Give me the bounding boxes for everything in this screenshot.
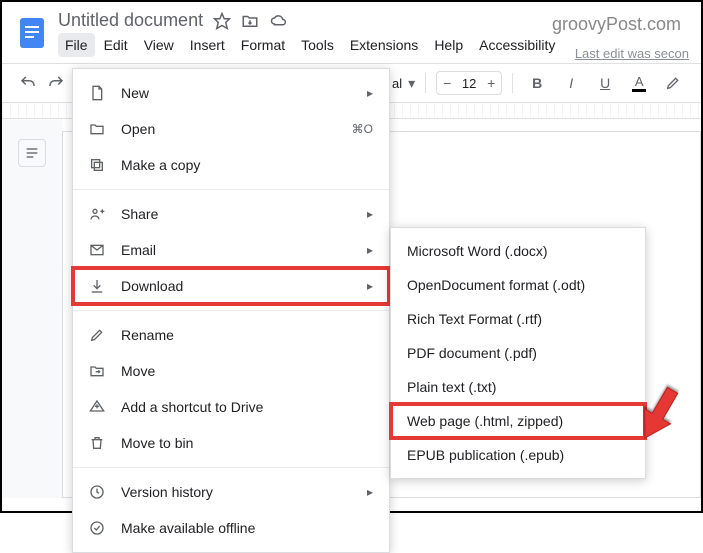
underline-button[interactable]: U (591, 69, 619, 97)
download-txt[interactable]: Plain text (.txt) (391, 370, 645, 404)
move-icon (87, 363, 107, 379)
text-color-button[interactable]: A (625, 69, 653, 97)
download-docx[interactable]: Microsoft Word (.docx) (391, 234, 645, 268)
bold-button[interactable]: B (523, 69, 551, 97)
menu-tools[interactable]: Tools (294, 33, 341, 57)
menu-edit[interactable]: Edit (97, 33, 135, 57)
download-submenu: Microsoft Word (.docx) OpenDocument form… (390, 227, 646, 479)
menu-accessibility[interactable]: Accessibility (472, 33, 562, 57)
menu-item-offline[interactable]: Make available offline (73, 510, 389, 546)
offline-icon (87, 520, 107, 536)
menu-item-new[interactable]: New ▸ (73, 75, 389, 111)
menu-divider (73, 467, 389, 468)
docs-logo[interactable] (14, 14, 50, 50)
rename-icon (87, 327, 107, 343)
download-rtf[interactable]: Rich Text Format (.rtf) (391, 302, 645, 336)
menu-divider (73, 310, 389, 311)
menu-item-rename[interactable]: Rename (73, 317, 389, 353)
italic-button[interactable]: I (557, 69, 585, 97)
download-icon (87, 278, 107, 294)
submenu-arrow-icon: ▸ (367, 207, 373, 221)
menu-item-make-copy[interactable]: Make a copy (73, 147, 389, 183)
menu-item-download[interactable]: Download ▸ (73, 268, 389, 304)
font-family-partial[interactable]: al (392, 76, 402, 91)
menu-item-share[interactable]: Share ▸ (73, 196, 389, 232)
drive-shortcut-icon (87, 399, 107, 415)
watermark-brand: groovyPost.com (552, 14, 681, 35)
download-html[interactable]: Web page (.html, zipped) (391, 404, 645, 438)
menu-item-add-shortcut[interactable]: Add a shortcut to Drive (73, 389, 389, 425)
submenu-arrow-icon: ▸ (367, 86, 373, 100)
font-size-stepper[interactable]: − 12 + (436, 71, 502, 95)
share-icon (87, 206, 107, 222)
menu-item-move[interactable]: Move (73, 353, 389, 389)
menu-divider (73, 189, 389, 190)
font-dropdown-icon[interactable]: ▾ (408, 75, 415, 92)
menu-format[interactable]: Format (234, 33, 292, 57)
menu-item-email[interactable]: Email ▸ (73, 232, 389, 268)
menu-view[interactable]: View (137, 33, 181, 57)
menu-item-move-to-bin[interactable]: Move to bin (73, 425, 389, 461)
submenu-arrow-icon: ▸ (367, 279, 373, 293)
menu-item-version-history[interactable]: Version history ▸ (73, 474, 389, 510)
trash-icon (87, 435, 107, 451)
menu-file[interactable]: File (58, 33, 95, 57)
email-icon (87, 242, 107, 258)
folder-open-icon (87, 121, 107, 137)
star-icon[interactable] (213, 12, 231, 30)
last-edit-link[interactable]: Last edit was secon (575, 46, 689, 61)
download-epub[interactable]: EPUB publication (.epub) (391, 438, 645, 472)
redo-button[interactable] (42, 69, 70, 97)
shortcut-label: ⌘O (352, 122, 373, 136)
font-size-value[interactable]: 12 (457, 76, 481, 91)
submenu-arrow-icon: ▸ (367, 485, 373, 499)
outline-toggle-button[interactable] (18, 139, 46, 167)
font-size-increase[interactable]: + (481, 75, 501, 91)
undo-button[interactable] (14, 69, 42, 97)
move-folder-icon[interactable] (241, 12, 259, 30)
menu-insert[interactable]: Insert (183, 33, 232, 57)
menu-help[interactable]: Help (427, 33, 470, 57)
menu-item-open[interactable]: Open ⌘O (73, 111, 389, 147)
document-title[interactable]: Untitled document (58, 10, 203, 31)
menu-extensions[interactable]: Extensions (343, 33, 425, 57)
file-dropdown: New ▸ Open ⌘O Make a copy Share ▸ Email … (72, 68, 390, 553)
copy-icon (87, 157, 107, 173)
highlight-button[interactable] (659, 69, 687, 97)
submenu-arrow-icon: ▸ (367, 243, 373, 257)
font-size-decrease[interactable]: − (437, 75, 457, 91)
history-icon (87, 484, 107, 500)
file-new-icon (87, 85, 107, 101)
download-pdf[interactable]: PDF document (.pdf) (391, 336, 645, 370)
cloud-status-icon[interactable] (269, 12, 289, 30)
download-odt[interactable]: OpenDocument format (.odt) (391, 268, 645, 302)
